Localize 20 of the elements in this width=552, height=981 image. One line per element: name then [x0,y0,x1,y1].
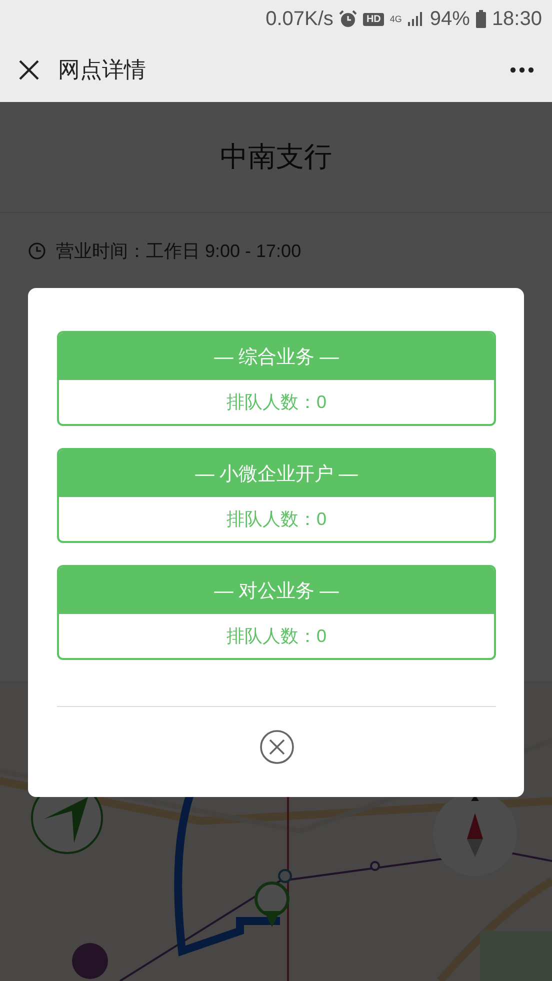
battery-percent: 94% [430,8,470,30]
more-button[interactable] [510,67,534,73]
network-speed: 0.07K/s [266,8,334,30]
service-name: — 小微企业开户 — [195,462,358,486]
close-button[interactable] [18,59,40,81]
service-name: — 综合业务 — [214,346,339,370]
network-type: 4G [390,14,402,24]
battery-icon [476,10,486,28]
page-title: 网点详情 [58,56,147,84]
queue-count: 排队人数：0 [226,508,326,531]
clock-time: 18:30 [492,8,542,30]
signal-icon [408,12,424,26]
branch-name: 中南支行 [220,140,332,174]
dialog-close-button[interactable] [258,729,294,765]
hd-badge: HD [363,12,384,26]
service-name: — 对公业务 — [214,580,339,604]
alarm-icon [339,10,358,28]
queue-count: 排队人数：0 [226,625,326,648]
queue-count: 排队人数：0 [226,391,326,414]
business-hours: 营业时间：工作日 9:00 - 17:00 [56,240,302,263]
